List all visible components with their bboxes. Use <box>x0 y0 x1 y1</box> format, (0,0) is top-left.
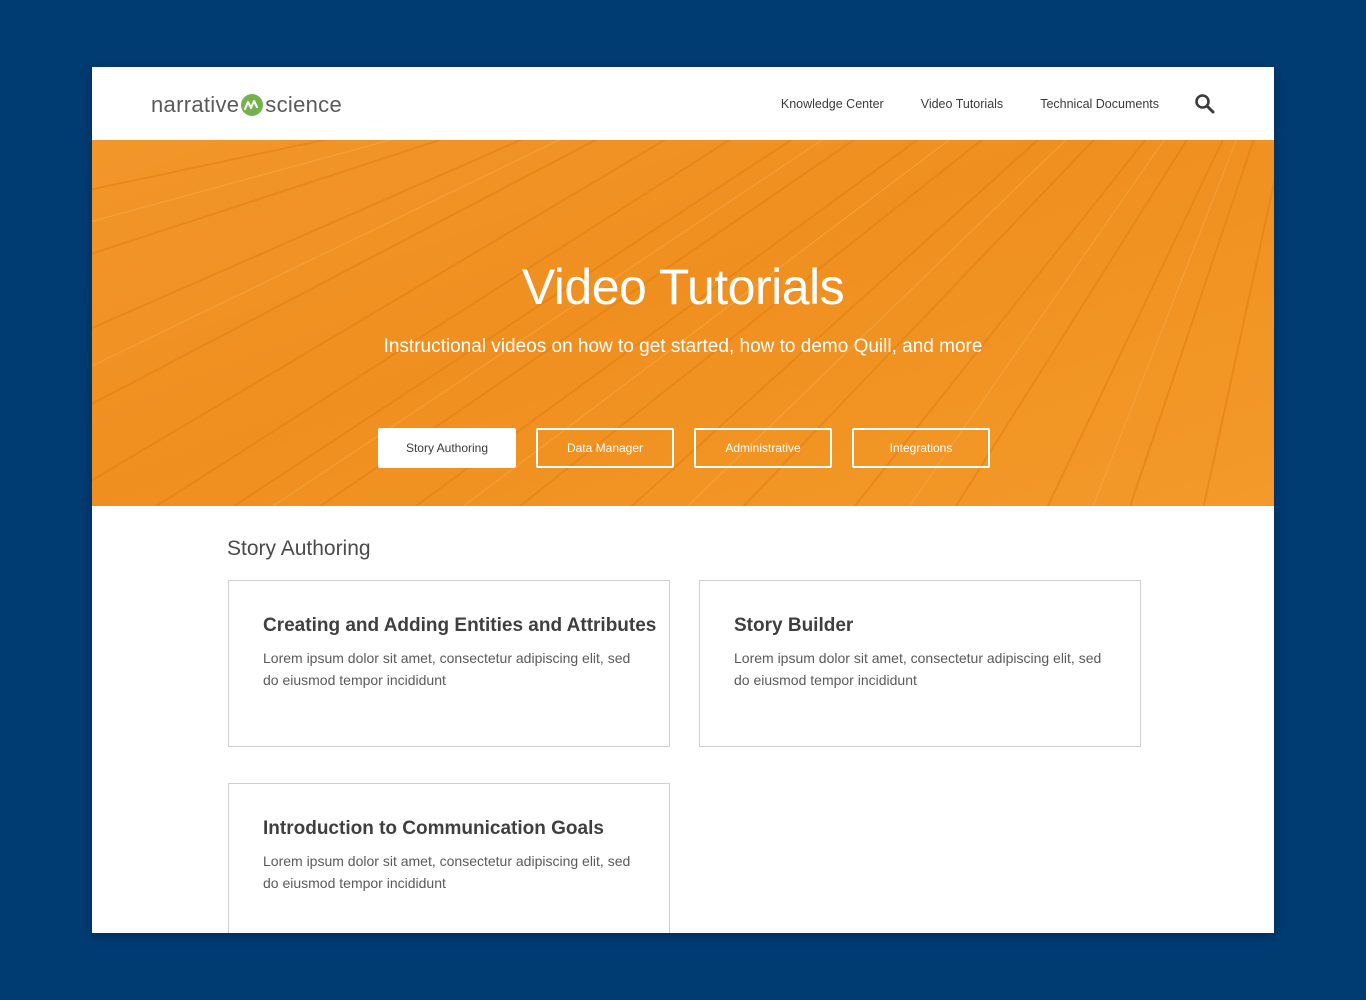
tutorial-card[interactable]: Introduction to Communication Goals Lore… <box>228 783 670 933</box>
card-title: Story Builder <box>734 615 854 636</box>
tutorial-card[interactable]: Creating and Adding Entities and Attribu… <box>228 580 670 747</box>
section-title: Story Authoring <box>227 537 371 560</box>
nav-video-tutorials[interactable]: Video Tutorials <box>921 97 1003 111</box>
tutorial-card[interactable]: Story Builder Lorem ipsum dolor sit amet… <box>699 580 1141 747</box>
card-title: Introduction to Communication Goals <box>263 818 604 839</box>
card-description: Lorem ipsum dolor sit amet, consectetur … <box>734 650 1102 688</box>
card-description: Lorem ipsum dolor sit amet, consectetur … <box>263 650 631 688</box>
category-filter-buttons: Story Authoring Data Manager Administrat… <box>378 428 990 468</box>
story-authoring-button[interactable]: Story Authoring <box>378 428 516 468</box>
hero-title: Video Tutorials <box>521 259 845 315</box>
hero-banner: Video Tutorials Instructional videos on … <box>92 140 1274 506</box>
logo-mark-icon <box>241 94 264 116</box>
nav-knowledge-center[interactable]: Knowledge Center <box>781 97 884 111</box>
hero-subtitle: Instructional videos on how to get start… <box>383 336 983 357</box>
logo-right-text: science <box>265 92 342 117</box>
site-header: narrative science Knowledge Center Video… <box>92 67 1274 140</box>
main-nav: Knowledge Center Video Tutorials Technic… <box>781 67 1216 140</box>
data-manager-button[interactable]: Data Manager <box>536 428 674 468</box>
search-icon[interactable] <box>1194 93 1216 115</box>
browser-window: narrative science Knowledge Center Video… <box>92 67 1274 933</box>
narrative-science-logo[interactable]: narrative science <box>151 91 342 119</box>
administrative-button[interactable]: Administrative <box>694 428 832 468</box>
card-title: Creating and Adding Entities and Attribu… <box>263 615 657 636</box>
integrations-button[interactable]: Integrations <box>852 428 990 468</box>
card-description: Lorem ipsum dolor sit amet, consectetur … <box>263 853 631 891</box>
nav-technical-documents[interactable]: Technical Documents <box>1040 97 1159 111</box>
logo-left-text: narrative <box>151 92 240 117</box>
